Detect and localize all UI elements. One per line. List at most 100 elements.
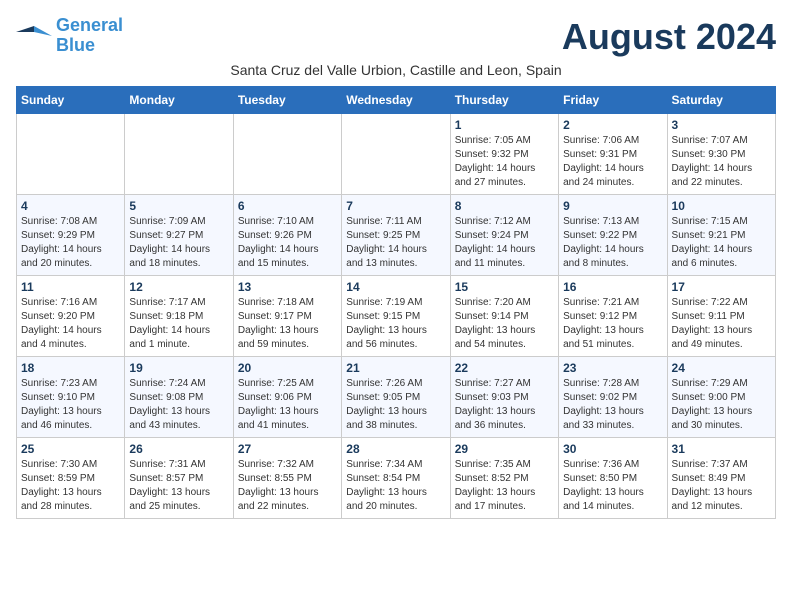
day-info: Sunrise: 7:25 AM Sunset: 9:06 PM Dayligh… bbox=[238, 377, 337, 433]
calendar-cell: 21 Sunrise: 7:26 AM Sunset: 9:05 PM Dayli… bbox=[342, 357, 450, 438]
day-info: Sunrise: 7:22 AM Sunset: 9:11 PM Dayligh… bbox=[672, 296, 771, 352]
day-info: Sunrise: 7:08 AM Sunset: 9:29 PM Dayligh… bbox=[21, 215, 120, 271]
calendar-cell: 7 Sunrise: 7:11 AM Sunset: 9:25 PM Daylig… bbox=[342, 195, 450, 276]
day-info: Sunrise: 7:26 AM Sunset: 9:05 PM Dayligh… bbox=[346, 377, 445, 433]
calendar-cell: 1 Sunrise: 7:05 AM Sunset: 9:32 PM Daylig… bbox=[450, 114, 558, 195]
calendar-week-2: 4Sunrise: 7:08 AM Sunset: 9:29 PM Daylig… bbox=[17, 195, 776, 276]
weekday-header-monday: Monday bbox=[125, 87, 233, 114]
calendar-cell bbox=[233, 114, 341, 195]
day-info: Sunrise: 7:24 AM Sunset: 9:08 PM Dayligh… bbox=[129, 377, 228, 433]
day-info: Sunrise: 7:12 AM Sunset: 9:24 PM Dayligh… bbox=[455, 215, 554, 271]
calendar-cell: 22Sunrise: 7:27 AM Sunset: 9:03 PM Dayli… bbox=[450, 357, 558, 438]
page-header: General Blue August 2024 bbox=[16, 16, 776, 58]
logo-icon bbox=[16, 22, 52, 50]
day-number: 21 bbox=[346, 361, 445, 375]
day-info: Sunrise: 7:36 AM Sunset: 8:50 PM Dayligh… bbox=[563, 458, 662, 514]
calendar-week-1: 1 Sunrise: 7:05 AM Sunset: 9:32 PM Daylig… bbox=[17, 114, 776, 195]
day-info: Sunrise: 7:35 AM Sunset: 8:52 PM Dayligh… bbox=[455, 458, 554, 514]
day-info: Sunrise: 7:05 AM Sunset: 9:32 PM Dayligh… bbox=[455, 134, 554, 190]
day-number: 29 bbox=[455, 442, 554, 456]
day-info: Sunrise: 7:30 AM Sunset: 8:59 PM Dayligh… bbox=[21, 458, 120, 514]
weekday-header-wednesday: Wednesday bbox=[342, 87, 450, 114]
calendar-cell bbox=[125, 114, 233, 195]
day-info: Sunrise: 7:13 AM Sunset: 9:22 PM Dayligh… bbox=[563, 215, 662, 271]
logo-text: General Blue bbox=[56, 16, 123, 56]
day-number: 14 bbox=[346, 280, 445, 294]
day-info: Sunrise: 7:20 AM Sunset: 9:14 PM Dayligh… bbox=[455, 296, 554, 352]
day-info: Sunrise: 7:09 AM Sunset: 9:27 PM Dayligh… bbox=[129, 215, 228, 271]
day-number: 8 bbox=[455, 199, 554, 213]
calendar-cell: 24 Sunrise: 7:29 AM Sunset: 9:00 PM Dayli… bbox=[667, 357, 775, 438]
day-number: 1 bbox=[455, 118, 554, 132]
day-info: Sunrise: 7:17 AM Sunset: 9:18 PM Dayligh… bbox=[129, 296, 228, 352]
calendar-week-3: 11 Sunrise: 7:16 AM Sunset: 9:20 PM Dayli… bbox=[17, 276, 776, 357]
day-info: Sunrise: 7:19 AM Sunset: 9:15 PM Dayligh… bbox=[346, 296, 445, 352]
day-number: 18 bbox=[21, 361, 120, 375]
calendar-cell: 28 Sunrise: 7:34 AM Sunset: 8:54 PM Dayli… bbox=[342, 438, 450, 519]
calendar-week-4: 18 Sunrise: 7:23 AM Sunset: 9:10 PM Dayli… bbox=[17, 357, 776, 438]
location-subtitle: Santa Cruz del Valle Urbion, Castille an… bbox=[16, 62, 776, 78]
calendar-cell: 8 Sunrise: 7:12 AM Sunset: 9:24 PM Daylig… bbox=[450, 195, 558, 276]
weekday-header-friday: Friday bbox=[559, 87, 667, 114]
calendar-cell: 31 Sunrise: 7:37 AM Sunset: 8:49 PM Dayli… bbox=[667, 438, 775, 519]
logo-line2: Blue bbox=[56, 35, 95, 55]
weekday-header-tuesday: Tuesday bbox=[233, 87, 341, 114]
day-number: 25 bbox=[21, 442, 120, 456]
calendar-week-5: 25 Sunrise: 7:30 AM Sunset: 8:59 PM Dayli… bbox=[17, 438, 776, 519]
day-number: 30 bbox=[563, 442, 662, 456]
day-number: 22 bbox=[455, 361, 554, 375]
day-info: Sunrise: 7:29 AM Sunset: 9:00 PM Dayligh… bbox=[672, 377, 771, 433]
day-number: 26 bbox=[129, 442, 228, 456]
calendar-cell: 20 Sunrise: 7:25 AM Sunset: 9:06 PM Dayli… bbox=[233, 357, 341, 438]
day-number: 2 bbox=[563, 118, 662, 132]
day-number: 7 bbox=[346, 199, 445, 213]
calendar-cell: 11 Sunrise: 7:16 AM Sunset: 9:20 PM Dayli… bbox=[17, 276, 125, 357]
calendar-cell: 5Sunrise: 7:09 AM Sunset: 9:27 PM Daylig… bbox=[125, 195, 233, 276]
logo-line1: General bbox=[56, 15, 123, 35]
calendar-cell: 30 Sunrise: 7:36 AM Sunset: 8:50 PM Dayli… bbox=[559, 438, 667, 519]
day-info: Sunrise: 7:23 AM Sunset: 9:10 PM Dayligh… bbox=[21, 377, 120, 433]
calendar-cell: 27 Sunrise: 7:32 AM Sunset: 8:55 PM Dayli… bbox=[233, 438, 341, 519]
calendar-cell: 13 Sunrise: 7:18 AM Sunset: 9:17 PM Dayli… bbox=[233, 276, 341, 357]
day-number: 27 bbox=[238, 442, 337, 456]
calendar-cell: 29 Sunrise: 7:35 AM Sunset: 8:52 PM Dayli… bbox=[450, 438, 558, 519]
day-number: 31 bbox=[672, 442, 771, 456]
calendar-cell: 9 Sunrise: 7:13 AM Sunset: 9:22 PM Daylig… bbox=[559, 195, 667, 276]
calendar-cell: 10Sunrise: 7:15 AM Sunset: 9:21 PM Dayli… bbox=[667, 195, 775, 276]
calendar-table: SundayMondayTuesdayWednesdayThursdayFrid… bbox=[16, 86, 776, 519]
day-info: Sunrise: 7:11 AM Sunset: 9:25 PM Dayligh… bbox=[346, 215, 445, 271]
day-number: 10 bbox=[672, 199, 771, 213]
calendar-cell bbox=[342, 114, 450, 195]
day-info: Sunrise: 7:06 AM Sunset: 9:31 PM Dayligh… bbox=[563, 134, 662, 190]
calendar-cell: 25 Sunrise: 7:30 AM Sunset: 8:59 PM Dayli… bbox=[17, 438, 125, 519]
day-number: 13 bbox=[238, 280, 337, 294]
day-info: Sunrise: 7:16 AM Sunset: 9:20 PM Dayligh… bbox=[21, 296, 120, 352]
day-info: Sunrise: 7:10 AM Sunset: 9:26 PM Dayligh… bbox=[238, 215, 337, 271]
calendar-cell: 2 Sunrise: 7:06 AM Sunset: 9:31 PM Daylig… bbox=[559, 114, 667, 195]
day-number: 19 bbox=[129, 361, 228, 375]
weekday-header-row: SundayMondayTuesdayWednesdayThursdayFrid… bbox=[17, 87, 776, 114]
calendar-cell: 6 Sunrise: 7:10 AM Sunset: 9:26 PM Daylig… bbox=[233, 195, 341, 276]
calendar-cell: 3Sunrise: 7:07 AM Sunset: 9:30 PM Daylig… bbox=[667, 114, 775, 195]
calendar-cell: 15Sunrise: 7:20 AM Sunset: 9:14 PM Dayli… bbox=[450, 276, 558, 357]
day-number: 9 bbox=[563, 199, 662, 213]
calendar-cell: 26Sunrise: 7:31 AM Sunset: 8:57 PM Dayli… bbox=[125, 438, 233, 519]
day-number: 6 bbox=[238, 199, 337, 213]
day-number: 28 bbox=[346, 442, 445, 456]
day-number: 11 bbox=[21, 280, 120, 294]
day-number: 24 bbox=[672, 361, 771, 375]
calendar-cell bbox=[17, 114, 125, 195]
day-number: 20 bbox=[238, 361, 337, 375]
calendar-cell: 4Sunrise: 7:08 AM Sunset: 9:29 PM Daylig… bbox=[17, 195, 125, 276]
calendar-cell: 23Sunrise: 7:28 AM Sunset: 9:02 PM Dayli… bbox=[559, 357, 667, 438]
day-number: 3 bbox=[672, 118, 771, 132]
day-info: Sunrise: 7:34 AM Sunset: 8:54 PM Dayligh… bbox=[346, 458, 445, 514]
day-info: Sunrise: 7:37 AM Sunset: 8:49 PM Dayligh… bbox=[672, 458, 771, 514]
calendar-cell: 17Sunrise: 7:22 AM Sunset: 9:11 PM Dayli… bbox=[667, 276, 775, 357]
day-info: Sunrise: 7:32 AM Sunset: 8:55 PM Dayligh… bbox=[238, 458, 337, 514]
day-info: Sunrise: 7:28 AM Sunset: 9:02 PM Dayligh… bbox=[563, 377, 662, 433]
day-number: 12 bbox=[129, 280, 228, 294]
day-info: Sunrise: 7:18 AM Sunset: 9:17 PM Dayligh… bbox=[238, 296, 337, 352]
calendar-cell: 19 Sunrise: 7:24 AM Sunset: 9:08 PM Dayli… bbox=[125, 357, 233, 438]
calendar-cell: 14 Sunrise: 7:19 AM Sunset: 9:15 PM Dayli… bbox=[342, 276, 450, 357]
